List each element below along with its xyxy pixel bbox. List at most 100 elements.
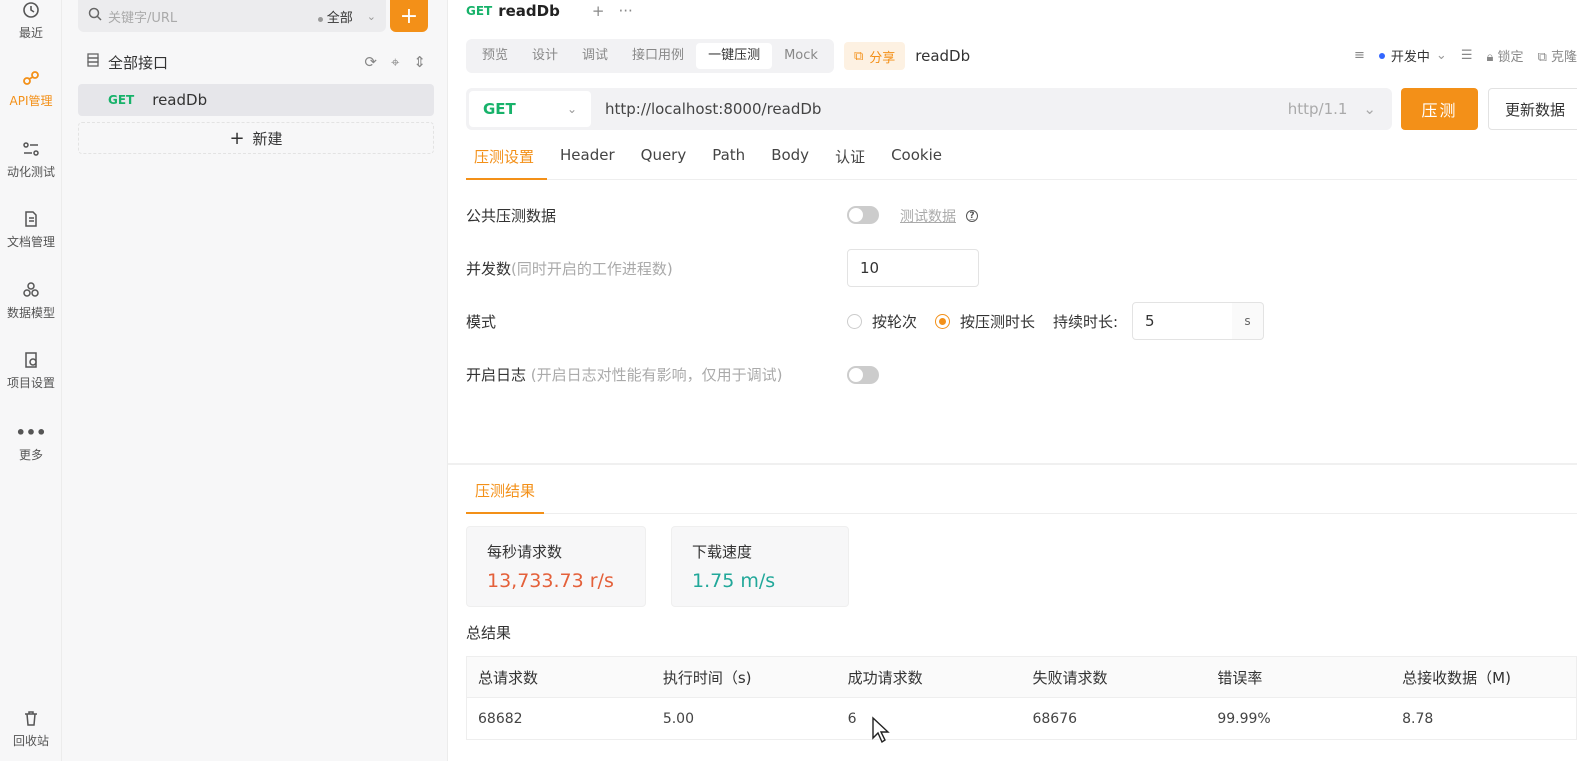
status-select[interactable]: 开发中 ⌄ bbox=[1378, 46, 1447, 65]
mode-radio-group: 按轮次 按压测时长 持续时长: bbox=[847, 310, 1118, 332]
settings-icon bbox=[21, 350, 41, 370]
new-button-label: 新建 bbox=[252, 129, 283, 148]
collapse-icon[interactable]: ⇕ bbox=[413, 53, 426, 71]
duration-unit: s bbox=[1232, 302, 1264, 340]
mode-duration-label[interactable]: 按压测时长 bbox=[960, 311, 1035, 332]
log-label-text: 开启日志 bbox=[466, 366, 527, 384]
help-icon: ? bbox=[966, 210, 978, 222]
run-load-test-button[interactable]: 压测 bbox=[1401, 88, 1478, 130]
status-dot-icon bbox=[1378, 52, 1385, 59]
download-label: 下载速度 bbox=[692, 543, 753, 561]
nav-data-model-label: 数据模型 bbox=[6, 306, 55, 320]
nav-api-label: API管理 bbox=[9, 94, 53, 108]
share-icon: ⧉ bbox=[853, 48, 864, 64]
search-box[interactable]: 关键字/URL 全部 ⌄ bbox=[78, 0, 386, 32]
settings-tabs: 压测设置 Header Query Path Body 认证 Cookie bbox=[466, 140, 1577, 180]
col-total-requests: 总请求数 bbox=[478, 668, 539, 687]
mode-rounds-label[interactable]: 按轮次 bbox=[872, 311, 917, 332]
tab-design[interactable]: 设计 bbox=[520, 43, 570, 69]
test-data-link[interactable]: 测试数据 ? bbox=[900, 206, 978, 226]
mode-rounds-radio[interactable] bbox=[847, 313, 862, 329]
history-icon bbox=[21, 0, 41, 20]
nav-data-model[interactable]: 数据模型 bbox=[0, 280, 62, 321]
nav-automation[interactable]: 动化测试 bbox=[0, 139, 62, 180]
chevron-down-icon: ⌄ bbox=[366, 9, 376, 23]
tab-body[interactable]: Body bbox=[758, 140, 822, 180]
edit-icon[interactable]: ≡ bbox=[1354, 48, 1365, 63]
tab-query[interactable]: Query bbox=[628, 140, 700, 180]
cell-total-received: 8.78 bbox=[1402, 710, 1434, 727]
tab-cookie[interactable]: Cookie bbox=[878, 140, 955, 180]
tab-auth[interactable]: 认证 bbox=[822, 140, 878, 180]
more-icon: ••• bbox=[15, 422, 47, 442]
tab-method: GET bbox=[466, 4, 493, 18]
tab-mock[interactable]: Mock bbox=[772, 43, 830, 69]
nav-recent[interactable]: 最近 bbox=[0, 0, 62, 41]
align-icon[interactable]: ☰ bbox=[1461, 48, 1473, 63]
duration-input[interactable]: 5 bbox=[1132, 302, 1233, 340]
tab-path[interactable]: Path bbox=[699, 140, 758, 180]
refresh-icon[interactable]: ⟳ bbox=[364, 53, 377, 71]
tab-preview[interactable]: 预览 bbox=[470, 43, 520, 69]
nav-api-management[interactable]: API管理 bbox=[0, 68, 62, 109]
nav-docs[interactable]: 文档管理 bbox=[0, 209, 62, 250]
public-data-toggle[interactable] bbox=[847, 206, 879, 224]
api-name-field[interactable]: readDb bbox=[915, 47, 970, 65]
mode-duration-radio[interactable] bbox=[935, 313, 951, 329]
automation-icon bbox=[21, 139, 41, 159]
locate-icon[interactable]: ⌖ bbox=[391, 53, 399, 71]
cell-failed: 68676 bbox=[1032, 710, 1078, 727]
data-model-icon bbox=[21, 280, 41, 300]
lock-button[interactable]: 🔒︎ 锁定 bbox=[1486, 46, 1523, 65]
tree-root[interactable]: 全部接口 ⟳ ⌖ ⇕ bbox=[86, 50, 426, 74]
trash-icon bbox=[21, 708, 41, 728]
tab-results[interactable]: 压测结果 bbox=[466, 474, 545, 514]
tree-root-label: 全部接口 bbox=[108, 53, 169, 72]
update-data-button[interactable]: 更新数据 bbox=[1488, 88, 1577, 130]
main-panel: GET readDb + ··· 预览 设计 调试 接口用例 一键压测 Mock… bbox=[448, 0, 1577, 761]
nav-settings-label: 项目设置 bbox=[6, 376, 55, 390]
cell-success: 6 bbox=[847, 710, 857, 727]
test-data-label: 测试数据 bbox=[900, 209, 956, 225]
total-results-label: 总结果 bbox=[466, 624, 512, 642]
tab-cases[interactable]: 接口用例 bbox=[620, 43, 696, 69]
tab-more-icon[interactable]: ··· bbox=[618, 2, 632, 20]
protocol-select[interactable]: http/1.1 ⌄ bbox=[1288, 100, 1376, 118]
add-button[interactable]: + bbox=[390, 0, 428, 32]
tab-header[interactable]: Header bbox=[547, 140, 628, 180]
public-data-label: 公共压测数据 bbox=[466, 207, 557, 225]
clone-button[interactable]: ⧉ 克隆 bbox=[1538, 46, 1577, 65]
tree-item-label: readDb bbox=[152, 91, 208, 109]
tab-readdb[interactable]: GET readDb bbox=[448, 0, 578, 22]
new-tab-icon[interactable]: + bbox=[592, 2, 605, 20]
tab-load-settings[interactable]: 压测设置 bbox=[466, 140, 548, 180]
share-button[interactable]: ⧉ 分享 bbox=[843, 42, 906, 70]
method-select[interactable]: GET ⌄ bbox=[469, 91, 591, 127]
table-header: 总请求数 执行时间（s) 成功请求数 失败请求数 错误率 总接收数据（M) bbox=[467, 657, 1576, 698]
url-input[interactable]: http://localhost:8000/readDb bbox=[605, 100, 1288, 118]
nav-trash[interactable]: 回收站 bbox=[0, 708, 62, 749]
nav-more[interactable]: ••• 更多 bbox=[0, 422, 62, 463]
tree-item-readdb[interactable]: GET readDb bbox=[78, 84, 434, 116]
api-icon bbox=[21, 68, 41, 88]
log-toggle[interactable] bbox=[847, 366, 879, 384]
scope-select[interactable]: 全部 ⌄ bbox=[317, 7, 376, 26]
subbar-actions: ≡ 开发中 ⌄ ☰ 🔒︎ 锁定 ⧉ 克隆 bbox=[1354, 46, 1577, 65]
nav-project-settings[interactable]: 项目设置 bbox=[0, 350, 62, 391]
plus-icon: + bbox=[229, 127, 245, 149]
results-tabs: 压测结果 bbox=[466, 474, 1577, 514]
folder-stack-icon bbox=[86, 53, 100, 71]
col-success: 成功请求数 bbox=[847, 668, 923, 687]
search-input[interactable]: 关键字/URL bbox=[108, 7, 318, 26]
rps-card: 每秒请求数 13,733.73 r/s bbox=[466, 526, 646, 607]
col-failed: 失败请求数 bbox=[1032, 668, 1108, 687]
tab-debug[interactable]: 调试 bbox=[570, 43, 620, 69]
concurrency-input[interactable]: 10 bbox=[847, 249, 979, 287]
tab-title: readDb bbox=[498, 2, 560, 20]
new-button[interactable]: + 新建 bbox=[78, 122, 434, 154]
section-divider bbox=[448, 463, 1577, 465]
download-value: 1.75 m/s bbox=[692, 570, 776, 592]
tab-load-test[interactable]: 一键压测 bbox=[696, 43, 773, 69]
chevron-down-icon: ⌄ bbox=[1363, 100, 1376, 118]
api-tree-panel: 关键字/URL 全部 ⌄ + 全部接口 ⟳ ⌖ ⇕ GET readDb + 新… bbox=[62, 0, 448, 761]
